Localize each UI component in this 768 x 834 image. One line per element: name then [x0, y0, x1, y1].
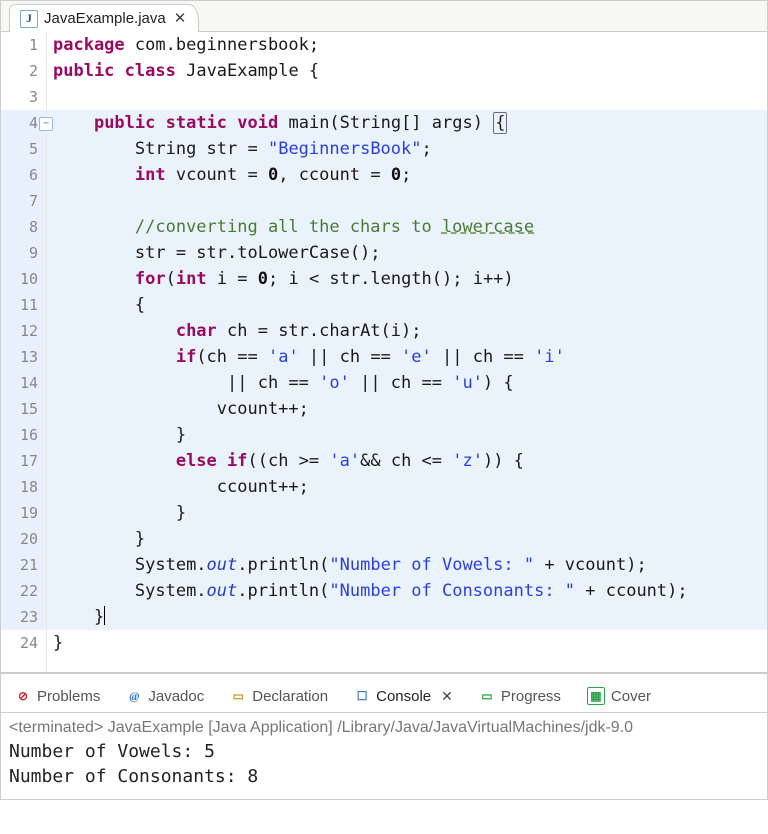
- gutter-line: 11: [1, 292, 46, 318]
- tab-javadoc[interactable]: @ Javadoc: [118, 685, 212, 708]
- tab-coverage-label: Cover: [611, 688, 651, 705]
- code-line[interactable]: || ch == 'o' || ch == 'u') {: [47, 370, 767, 396]
- code-line[interactable]: int vcount = 0, ccount = 0;: [47, 162, 767, 188]
- fold-toggle-icon[interactable]: −: [39, 117, 53, 131]
- code-line[interactable]: else if((ch >= 'a'&& ch <= 'z')) {: [47, 448, 767, 474]
- code-area[interactable]: package com.beginnersbook;public class J…: [47, 32, 767, 672]
- code-line[interactable]: System.out.println("Number of Vowels: " …: [47, 552, 767, 578]
- code-line[interactable]: public static void main(String[] args) {: [47, 110, 767, 136]
- close-icon[interactable]: ✕: [172, 11, 189, 26]
- code-line[interactable]: package com.beginnersbook;: [47, 32, 767, 58]
- code-line[interactable]: vcount++;: [47, 396, 767, 422]
- code-line[interactable]: }: [47, 500, 767, 526]
- code-line[interactable]: [47, 188, 767, 214]
- java-file-icon: J: [20, 10, 38, 28]
- code-line[interactable]: System.out.println("Number of Consonants…: [47, 578, 767, 604]
- code-line[interactable]: str = str.toLowerCase();: [47, 240, 767, 266]
- coverage-icon: ▦: [587, 687, 605, 705]
- code-line[interactable]: }: [47, 604, 767, 630]
- progress-icon: ▭: [479, 688, 495, 704]
- code-editor[interactable]: 1234−56789101112131415161718192021222324…: [1, 32, 767, 673]
- code-line[interactable]: String str = "BeginnersBook";: [47, 136, 767, 162]
- code-line[interactable]: if(ch == 'a' || ch == 'e' || ch == 'i': [47, 344, 767, 370]
- tab-console-label: Console: [376, 688, 431, 705]
- gutter-line: 16: [1, 422, 46, 448]
- gutter-line: 9: [1, 240, 46, 266]
- console-line: Number of Vowels: 5: [9, 739, 759, 764]
- gutter-line: 10: [1, 266, 46, 292]
- console-icon: ☐: [354, 688, 370, 704]
- gutter-line: 4−: [1, 110, 46, 136]
- code-line[interactable]: [47, 84, 767, 110]
- code-line[interactable]: }: [47, 422, 767, 448]
- line-gutter: 1234−56789101112131415161718192021222324: [1, 32, 47, 672]
- bottom-panel: ⊘ Problems @ Javadoc ▭ Declaration ☐ Con…: [0, 673, 768, 800]
- tab-progress[interactable]: ▭ Progress: [471, 685, 569, 708]
- code-line[interactable]: {: [47, 292, 767, 318]
- view-tabs: ⊘ Problems @ Javadoc ▭ Declaration ☐ Con…: [1, 678, 767, 713]
- gutter-line: 13: [1, 344, 46, 370]
- tab-javadoc-label: Javadoc: [148, 688, 204, 705]
- console-line: Number of Consonants: 8: [9, 764, 759, 789]
- gutter-line: 5: [1, 136, 46, 162]
- declaration-icon: ▭: [230, 688, 246, 704]
- editor-tab-label: JavaExample.java: [44, 10, 166, 27]
- gutter-line: 22: [1, 578, 46, 604]
- javadoc-icon: @: [126, 688, 142, 704]
- gutter-line: 2: [1, 58, 46, 84]
- code-line[interactable]: //converting all the chars to lowercase: [47, 214, 767, 240]
- gutter-line: 21: [1, 552, 46, 578]
- code-line[interactable]: ccount++;: [47, 474, 767, 500]
- gutter-line: 17: [1, 448, 46, 474]
- tab-problems[interactable]: ⊘ Problems: [7, 685, 108, 708]
- code-line[interactable]: }: [47, 526, 767, 552]
- gutter-line: 1: [1, 32, 46, 58]
- gutter-line: 14: [1, 370, 46, 396]
- code-line[interactable]: }: [47, 630, 767, 656]
- code-line[interactable]: public class JavaExample {: [47, 58, 767, 84]
- gutter-line: 23: [1, 604, 46, 630]
- gutter-line: 19: [1, 500, 46, 526]
- close-icon[interactable]: ✕: [437, 688, 453, 705]
- tab-coverage[interactable]: ▦ Cover: [579, 684, 659, 708]
- problems-icon: ⊘: [15, 688, 31, 704]
- gutter-line: 3: [1, 84, 46, 110]
- tab-console[interactable]: ☐ Console ✕: [346, 685, 461, 708]
- gutter-line: 12: [1, 318, 46, 344]
- gutter-line: 15: [1, 396, 46, 422]
- gutter-line: 6: [1, 162, 46, 188]
- code-line[interactable]: char ch = str.charAt(i);: [47, 318, 767, 344]
- console-output: <terminated> JavaExample [Java Applicati…: [1, 713, 767, 799]
- editor-tab-java[interactable]: J JavaExample.java ✕: [9, 4, 199, 32]
- tab-declaration[interactable]: ▭ Declaration: [222, 685, 336, 708]
- gutter-line: 8: [1, 214, 46, 240]
- code-line[interactable]: for(int i = 0; i < str.length(); i++): [47, 266, 767, 292]
- tab-problems-label: Problems: [37, 688, 100, 705]
- tab-progress-label: Progress: [501, 688, 561, 705]
- editor-tabbar: J JavaExample.java ✕: [1, 1, 767, 32]
- tab-declaration-label: Declaration: [252, 688, 328, 705]
- gutter-line: 20: [1, 526, 46, 552]
- gutter-line: 7: [1, 188, 46, 214]
- gutter-line: 18: [1, 474, 46, 500]
- console-status: <terminated> JavaExample [Java Applicati…: [9, 719, 759, 737]
- gutter-line: 24: [1, 630, 46, 656]
